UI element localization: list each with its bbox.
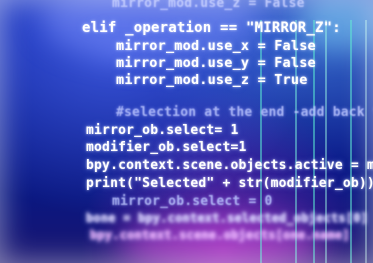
code-photo: mirror_mod.use_z = False elif _operation… (0, 0, 373, 263)
photo-frame (0, 0, 373, 263)
